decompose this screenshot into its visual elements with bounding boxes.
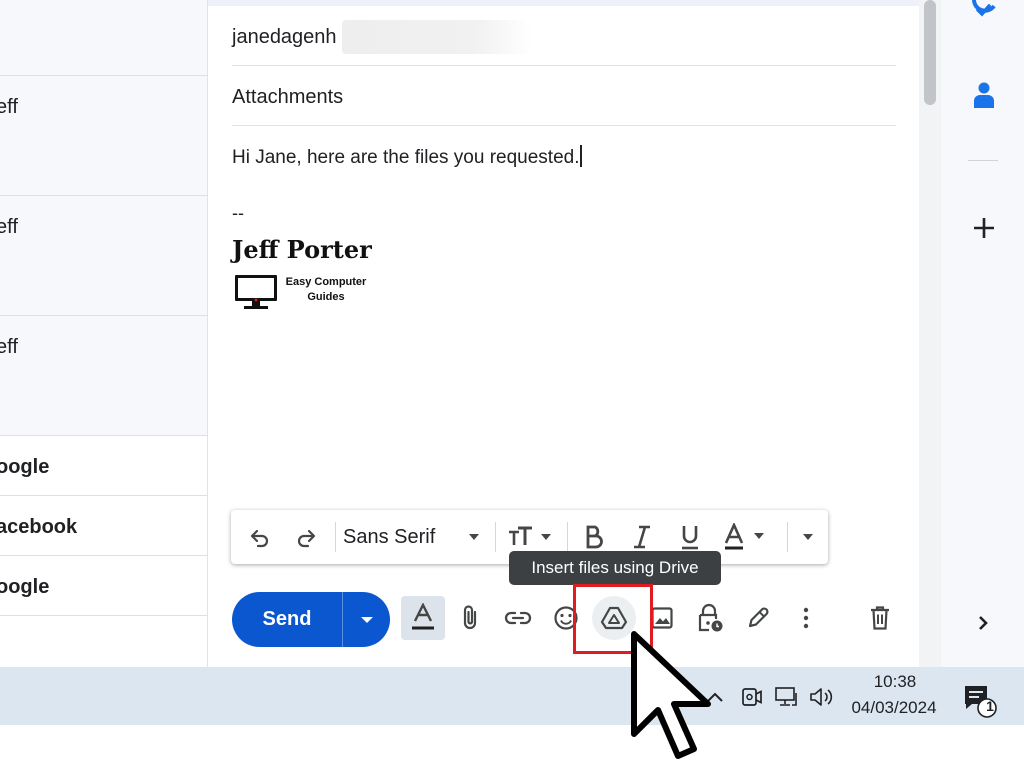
contacts-icon	[974, 82, 994, 108]
expand-panel-button[interactable]	[971, 608, 995, 638]
chevron-right-icon	[979, 616, 988, 630]
logo-line-2: Guides	[307, 291, 345, 303]
text-format-icon	[412, 603, 434, 630]
italic-button[interactable]	[627, 521, 657, 553]
side-panel	[941, 0, 1024, 667]
monitor-logo-icon	[235, 275, 277, 309]
underline-button[interactable]	[675, 521, 705, 553]
network-icon	[775, 687, 797, 706]
formatting-options-button[interactable]	[401, 596, 445, 640]
font-family-label: Sans Serif	[343, 525, 436, 548]
insert-link-button[interactable]	[496, 596, 540, 640]
toolbar-separator	[495, 522, 496, 552]
photo-icon	[651, 607, 673, 629]
more-formatting-button[interactable]	[795, 521, 821, 553]
redo-button[interactable]	[291, 521, 321, 553]
inbox-row[interactable]: acebook	[0, 496, 209, 556]
send-options-button[interactable]	[343, 592, 390, 647]
inbox-row-sender: oogle	[0, 576, 50, 598]
scrollbar-thumb[interactable]	[924, 0, 936, 105]
inbox-row-sender: eff	[0, 96, 18, 118]
volume-icon	[810, 688, 833, 706]
compose-scrollbar[interactable]	[919, 0, 941, 667]
trash-icon	[871, 606, 889, 630]
side-panel-divider	[968, 160, 998, 161]
mouse-cursor-icon	[631, 631, 711, 759]
notification-count: 1	[986, 698, 994, 714]
subject-text: Attachments	[232, 86, 344, 108]
lock-clock-icon	[698, 603, 723, 632]
insert-signature-button[interactable]	[736, 596, 780, 640]
message-body-text: Hi Jane, here are the files you requeste…	[232, 147, 580, 168]
underline-icon	[682, 526, 698, 550]
notification-center-button[interactable]: 1	[958, 681, 1002, 721]
font-size-select[interactable]	[505, 521, 559, 553]
get-addons-button[interactable]	[967, 211, 1001, 245]
redo-icon	[297, 529, 316, 548]
more-options-button[interactable]	[784, 596, 828, 640]
plus-icon	[974, 218, 994, 238]
text-color-icon	[724, 523, 764, 550]
attach-files-button[interactable]	[448, 596, 492, 640]
inbox-row[interactable]: eff	[0, 316, 209, 436]
inbox-row[interactable]: eff	[0, 196, 209, 316]
compose-window: janedagenh Attachments Hi Jane, here are…	[207, 0, 920, 667]
inbox-row[interactable]	[0, 616, 209, 640]
message-body[interactable]: Hi Jane, here are the files you requeste…	[232, 145, 583, 169]
inbox-row-sender: oogle	[0, 456, 50, 478]
camera-tray-button[interactable]	[738, 682, 766, 712]
subject-field[interactable]: Attachments	[232, 0, 896, 126]
toolbar-separator	[335, 522, 336, 552]
camera-icon	[742, 688, 762, 706]
font-family-select[interactable]: Sans Serif	[343, 521, 489, 553]
volume-tray-button[interactable]	[806, 682, 838, 712]
toolbar-separator	[787, 522, 788, 552]
send-button-group: Send	[232, 592, 390, 647]
toolbar-separator	[567, 522, 568, 552]
signature-logo: Easy Computer Guides	[234, 272, 374, 312]
bold-button[interactable]	[579, 521, 609, 553]
clock-time[interactable]: 10:38	[850, 672, 940, 692]
contacts-button[interactable]	[967, 78, 1001, 112]
chevron-down-icon	[360, 616, 373, 623]
italic-icon	[634, 525, 650, 549]
link-icon	[504, 611, 532, 625]
chevron-down-icon	[469, 534, 479, 540]
send-button[interactable]: Send	[232, 592, 342, 647]
undo-button[interactable]	[245, 521, 275, 553]
more-vert-icon	[803, 607, 809, 629]
network-tray-button[interactable]	[772, 682, 802, 712]
inbox-row-sender: acebook	[0, 516, 78, 538]
inbox-row[interactable]: eff	[0, 75, 209, 196]
text-color-select[interactable]	[723, 521, 775, 553]
bold-icon	[586, 525, 603, 549]
paperclip-icon	[463, 605, 477, 630]
discard-draft-button[interactable]	[858, 596, 902, 640]
tasks-button[interactable]	[965, 0, 1001, 26]
logo-line-1: Easy Computer	[285, 276, 367, 288]
signature-name: Jeff Porter	[232, 235, 372, 264]
text-size-icon	[509, 526, 551, 545]
text-caret	[580, 145, 583, 167]
signature-separator: --	[232, 203, 244, 223]
signature-logo-text: Easy Computer Guides	[280, 275, 372, 305]
inbox-list: eff eff eff oogle acebook oogle	[0, 0, 209, 640]
clock-date[interactable]: 04/03/2024	[844, 698, 944, 718]
inbox-row-sender: eff	[0, 336, 18, 358]
pen-icon	[748, 607, 769, 628]
chevron-down-icon	[803, 534, 813, 540]
undo-icon	[250, 529, 269, 548]
inbox-row[interactable]: oogle	[0, 556, 209, 616]
drive-tooltip: Insert files using Drive	[509, 551, 721, 585]
inbox-row-sender: eff	[0, 216, 18, 238]
tasks-icon	[972, 0, 996, 17]
inbox-row[interactable]: oogle	[0, 436, 209, 496]
